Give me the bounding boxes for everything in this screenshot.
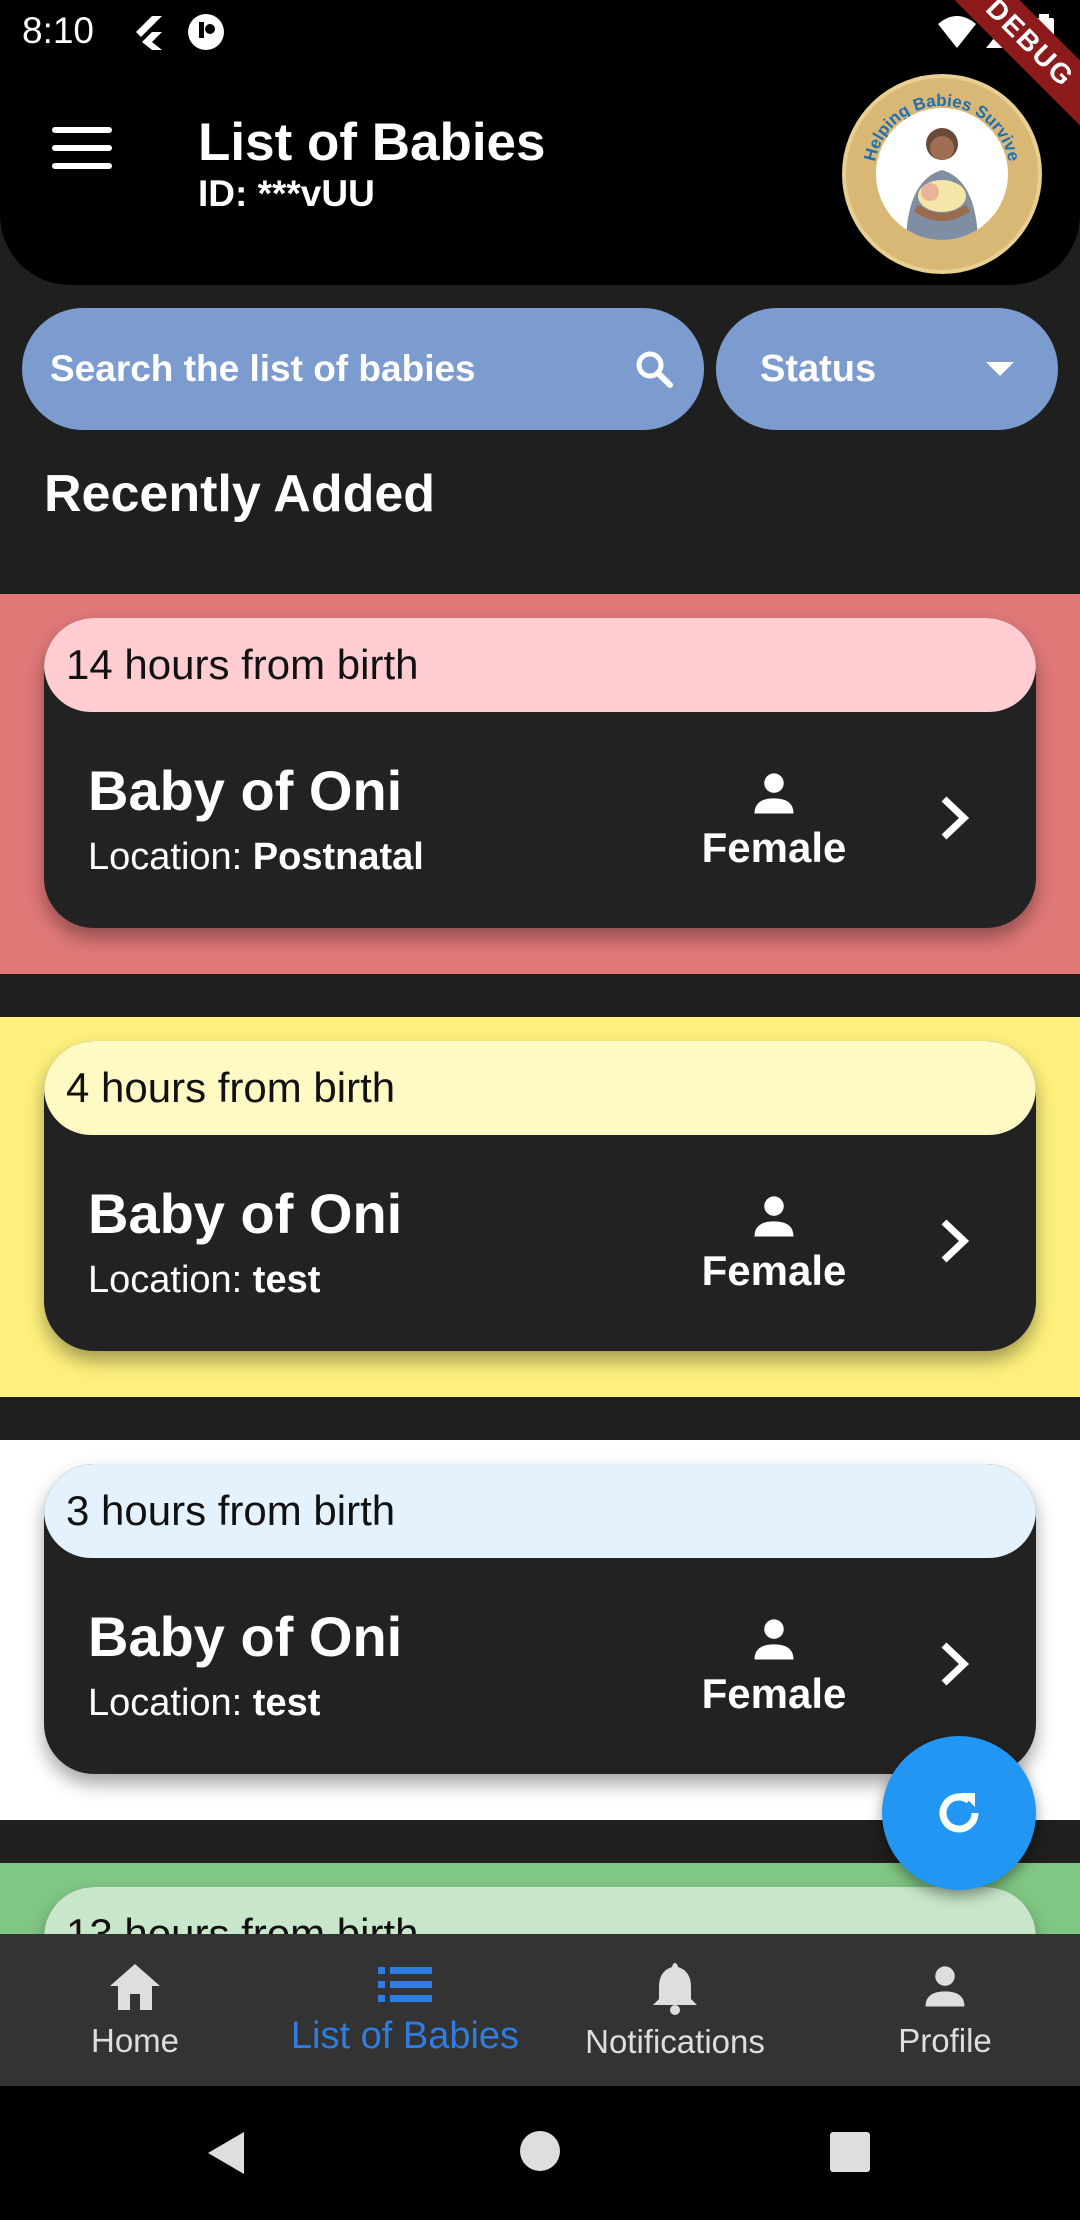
search-icon[interactable] <box>632 347 676 391</box>
baby-card[interactable]: 4 hours from birth Baby of Oni Location:… <box>44 1041 1036 1351</box>
chevron-right-icon[interactable] <box>934 793 974 843</box>
flutter-icon <box>136 16 162 50</box>
baby-location: Location: Postnatal <box>88 836 424 879</box>
bell-icon <box>653 1963 697 2015</box>
person-icon <box>754 1619 794 1660</box>
nav-label: Notifications <box>585 2023 765 2060</box>
person-icon <box>754 773 794 814</box>
location-label: Location: <box>88 1682 243 1724</box>
baby-location: Location: test <box>88 1259 320 1302</box>
menu-icon-line <box>52 127 112 133</box>
baby-name: Baby of Oni <box>88 759 403 822</box>
recents-icon[interactable] <box>829 2131 871 2173</box>
location-label: Location: <box>88 1259 243 1301</box>
sex-label: Female <box>701 824 847 871</box>
menu-icon-line <box>52 163 112 169</box>
status-filter-label: Status <box>760 347 877 390</box>
nav-profile[interactable]: Profile <box>810 1934 1080 2086</box>
time-from-birth: 14 hours from birth <box>44 618 1036 712</box>
baby-sex: Female <box>684 1614 864 1718</box>
app-notification-icon <box>188 14 224 50</box>
status-filter-dropdown[interactable]: Status <box>716 308 1058 430</box>
screen: List of Babies ID: ***vUU Helping Babies… <box>0 0 1080 2220</box>
menu-icon-line <box>52 145 112 151</box>
time-from-birth: 4 hours from birth <box>44 1041 1036 1135</box>
status-bar: 8:10 <box>0 0 1080 66</box>
list-icon <box>378 1966 432 2002</box>
nav-label: Profile <box>898 2022 992 2059</box>
status-time: 8:10 <box>22 10 95 51</box>
refresh-icon <box>939 1793 979 1833</box>
bottom-navigation: Home List of Babies Notifications Profil… <box>0 1934 1080 2086</box>
baby-sex: Female <box>684 768 864 872</box>
nav-home[interactable]: Home <box>0 1934 270 2086</box>
sex-label: Female <box>701 1670 847 1717</box>
location-value: Postnatal <box>252 836 424 878</box>
baby-name: Baby of Oni <box>88 1182 403 1245</box>
location-label: Location: <box>88 836 243 878</box>
system-navigation-bar <box>0 2086 1080 2220</box>
logo-image <box>876 108 1008 240</box>
baby-card[interactable]: 3 hours from birth Baby of Oni Location:… <box>44 1464 1036 1774</box>
baby-name: Baby of Oni <box>88 1605 403 1668</box>
time-from-birth: 3 hours from birth <box>44 1464 1036 1558</box>
nav-notifications[interactable]: Notifications <box>540 1934 810 2086</box>
baby-band: 4 hours from birth Baby of Oni Location:… <box>0 1017 1080 1397</box>
section-title: Recently Added <box>44 465 436 523</box>
home-circle-icon[interactable] <box>519 2130 561 2172</box>
chevron-right-icon[interactable] <box>934 1639 974 1689</box>
baby-card[interactable]: 14 hours from birth Baby of Oni Location… <box>44 618 1036 928</box>
mother-baby-icon <box>906 128 978 240</box>
search-input[interactable] <box>50 348 632 390</box>
nav-label: List of Babies <box>290 2014 520 2057</box>
location-value: test <box>252 1682 321 1724</box>
nav-label: Home <box>90 2022 180 2059</box>
person-icon <box>754 1196 794 1237</box>
baby-location: Location: test <box>88 1682 320 1725</box>
menu-button[interactable] <box>40 112 124 184</box>
dropdown-arrow-icon <box>986 362 1014 376</box>
person-icon <box>925 1966 965 2007</box>
page-title: List of Babies <box>198 113 546 172</box>
baby-sex: Female <box>684 1191 864 1295</box>
refresh-button[interactable] <box>882 1736 1036 1890</box>
nav-list-of-babies[interactable]: List of Babies <box>270 1934 540 2086</box>
chevron-right-icon[interactable] <box>934 1216 974 1266</box>
sex-label: Female <box>701 1247 847 1294</box>
home-icon <box>110 1964 160 2010</box>
user-id: ID: ***vUU <box>198 173 375 214</box>
back-icon[interactable] <box>204 2130 248 2176</box>
helping-babies-survive-logo: Helping Babies Survive <box>842 74 1042 274</box>
location-value: test <box>252 1259 321 1301</box>
search-box[interactable] <box>22 308 704 430</box>
baby-band: 14 hours from birth Baby of Oni Location… <box>0 594 1080 974</box>
